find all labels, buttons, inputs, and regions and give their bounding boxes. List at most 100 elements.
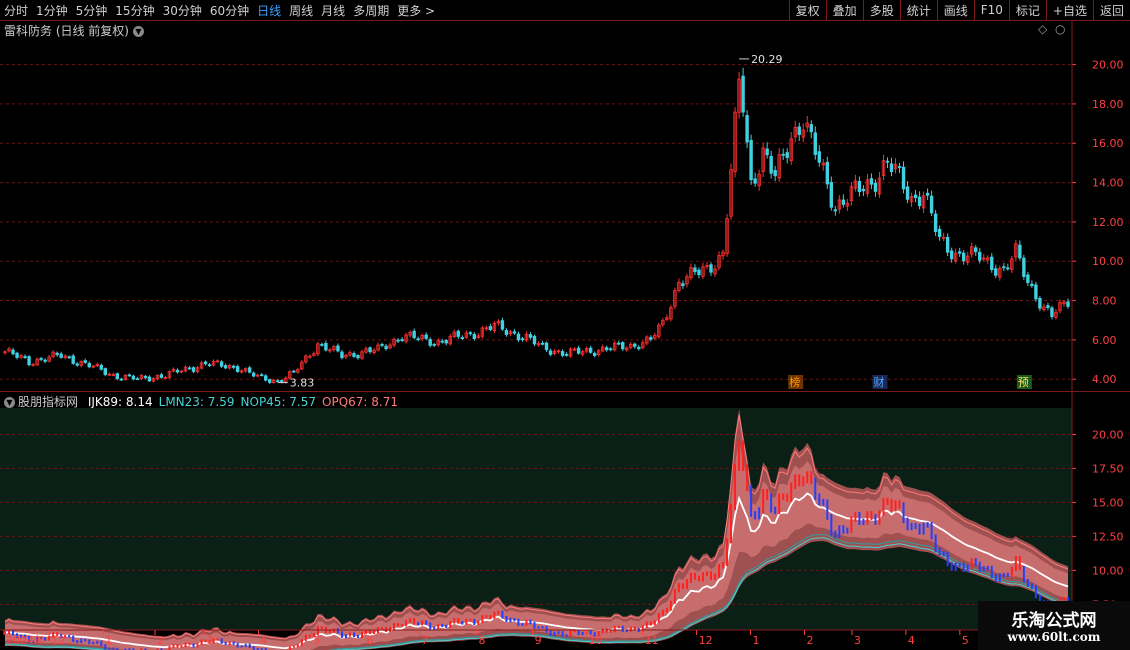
toolbar-button[interactable]: F10 xyxy=(973,0,1009,20)
y-tick-label: 18.00 xyxy=(1092,98,1124,111)
candle-body xyxy=(897,166,902,168)
candle-body xyxy=(869,178,874,185)
candle-body xyxy=(87,362,91,368)
x-tick-label: 2024年 xyxy=(6,633,45,647)
candle-body xyxy=(368,347,372,353)
x-tick-label: 9 xyxy=(535,634,542,647)
candle-body xyxy=(1018,244,1022,259)
period-tab[interactable]: 更多 > xyxy=(393,2,439,19)
candle-body xyxy=(384,345,388,350)
candle-body xyxy=(396,339,400,342)
candle-body xyxy=(749,139,753,181)
candle-body xyxy=(885,160,890,163)
candle-body xyxy=(857,181,862,193)
period-tab[interactable]: 月线 xyxy=(317,2,349,19)
y-tick-label: 10.00 xyxy=(1092,255,1124,268)
x-tick-label: 12 xyxy=(699,634,713,647)
candle-body xyxy=(207,364,212,367)
period-tab[interactable]: 日线 xyxy=(253,2,285,19)
y-tick-label: 4.00 xyxy=(1092,373,1117,386)
candle-body xyxy=(59,353,63,358)
toolbar-button[interactable]: 叠加 xyxy=(825,0,863,20)
candle-body xyxy=(400,339,404,341)
period-tab[interactable]: 分时 xyxy=(0,2,32,19)
period-tab[interactable]: 15分钟 xyxy=(111,2,158,19)
toolbar-button[interactable]: 统计 xyxy=(899,0,937,20)
candle-body xyxy=(809,124,813,133)
candle-body xyxy=(697,269,701,276)
period-tab[interactable]: 1分钟 xyxy=(32,2,72,19)
candle-body xyxy=(1066,301,1070,307)
period-tab[interactable]: 60分钟 xyxy=(206,2,253,19)
candle-body xyxy=(753,178,757,184)
price-marker-label: 20.29 xyxy=(751,53,783,66)
period-tab[interactable]: 多周期 xyxy=(349,2,393,19)
candle-body xyxy=(961,252,966,262)
candle-body xyxy=(913,194,918,199)
event-marker: 榜 xyxy=(789,375,800,389)
candle-body xyxy=(219,361,224,367)
candle-body xyxy=(609,348,613,351)
period-tab[interactable]: 5分钟 xyxy=(72,2,112,19)
candle-body xyxy=(925,192,930,196)
candle-body xyxy=(340,351,344,359)
y-tick-label: 10.00 xyxy=(1092,564,1124,577)
x-tick-label: 5 xyxy=(313,634,320,647)
candle-body xyxy=(745,115,749,143)
candle-body xyxy=(532,335,537,345)
candle-body xyxy=(440,340,444,343)
candle-body xyxy=(1026,274,1030,283)
period-tab[interactable]: 30分钟 xyxy=(159,2,206,19)
candle-body xyxy=(67,356,71,359)
toolbar-button[interactable]: 返回 xyxy=(1092,0,1130,20)
candle-body xyxy=(203,361,208,365)
candle-body xyxy=(974,247,978,253)
candle-body xyxy=(268,379,272,383)
candle-body xyxy=(456,330,460,337)
candle-body xyxy=(576,347,581,354)
y-tick-label: 12.00 xyxy=(1092,216,1124,229)
candle-body xyxy=(1002,266,1006,269)
x-tick-label: 4 xyxy=(261,634,268,647)
toolbar-buttons: 复权 叠加 多股 统计 画线 F10 标记 +自选 返回 xyxy=(788,0,1130,20)
candle-body xyxy=(187,367,192,370)
candle-body xyxy=(693,267,697,273)
candle-body xyxy=(957,251,962,254)
candle-body xyxy=(978,251,982,261)
candle-body xyxy=(380,344,384,346)
candle-body xyxy=(27,356,31,366)
candle-body xyxy=(159,374,164,378)
indicator-chart[interactable]: 7.5010.0012.5015.0017.5020.002024年121234… xyxy=(0,392,1130,650)
candle-body xyxy=(781,153,785,156)
y-tick-label: 8.00 xyxy=(1092,295,1117,308)
toolbar-button[interactable]: 多股 xyxy=(862,0,900,20)
toolbar-button[interactable]: +自选 xyxy=(1045,0,1093,20)
candle-body xyxy=(444,340,448,344)
candle-body xyxy=(592,352,597,356)
period-tabs: 分时 1分钟 5分钟 15分钟 30分钟 60分钟 日线 周线 月线 多周期 更多 > xyxy=(0,0,439,20)
x-tick-label: 6 xyxy=(366,634,373,647)
candle-body xyxy=(428,339,432,346)
candle-body xyxy=(901,166,906,190)
candle-body xyxy=(825,161,830,185)
candlestick-chart[interactable]: 4.00 6.00 8.00 10.00 12.00 14.00 16.00 18.00 20.… xyxy=(0,21,1130,391)
candle-body xyxy=(649,337,653,340)
x-tick-label: 8 xyxy=(479,634,486,647)
x-tick-label: 2 xyxy=(157,634,164,647)
candle-body xyxy=(131,375,136,380)
period-tab[interactable]: 周线 xyxy=(285,2,317,19)
toolbar-button[interactable]: 标记 xyxy=(1008,0,1046,20)
candle-body xyxy=(785,152,789,158)
candle-body xyxy=(945,236,950,253)
toolbar-button[interactable]: 画线 xyxy=(936,0,974,20)
candle-body xyxy=(83,360,87,363)
x-tick-label: 2 xyxy=(806,634,813,647)
y-tick-label: 16.00 xyxy=(1092,137,1124,150)
candle-body xyxy=(560,351,565,356)
candle-body xyxy=(833,209,838,212)
candle-body xyxy=(252,372,256,377)
candle-body xyxy=(564,354,569,356)
x-tick-label: 3 xyxy=(854,634,861,647)
candle-body xyxy=(544,342,549,351)
toolbar-button[interactable]: 复权 xyxy=(788,0,826,20)
